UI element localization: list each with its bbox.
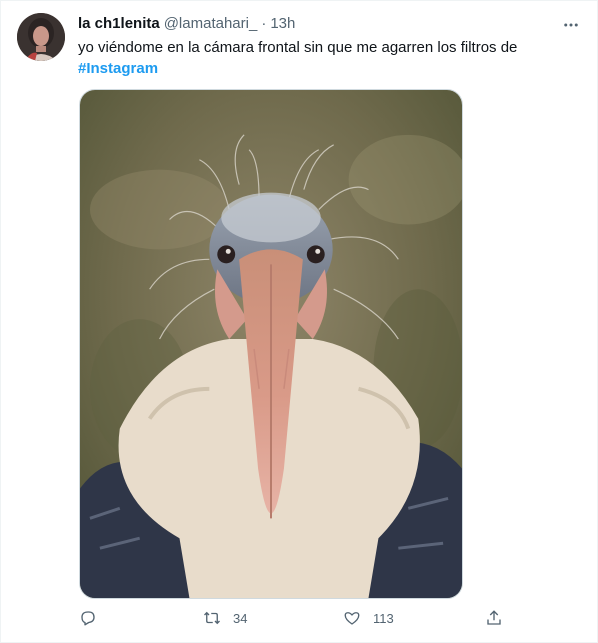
more-options-button[interactable] [559, 13, 583, 37]
tweet-card[interactable]: la ch1lenita @lamatahari_ · 13h yo viénd… [0, 0, 598, 643]
display-name[interactable]: la ch1lenita [78, 14, 160, 34]
heart-icon [344, 612, 360, 625]
reply-icon [81, 611, 95, 626]
separator-dot: · [261, 15, 267, 32]
share-button[interactable] [485, 609, 503, 627]
like-count: 113 [373, 610, 394, 626]
avatar-image [17, 13, 65, 61]
tweet-text: yo viéndome en la cámara frontal sin que… [78, 37, 578, 79]
user-handle[interactable]: @lamatahari_ [164, 14, 258, 34]
like-button[interactable]: 113 [343, 609, 394, 627]
tweet-body: yo viéndome en la cámara frontal sin que… [78, 39, 518, 56]
hashtag-link[interactable]: #Instagram [78, 58, 578, 79]
retweet-count: 34 [233, 610, 248, 626]
reply-button[interactable] [79, 609, 109, 627]
avatar[interactable] [17, 13, 65, 61]
marabou-stork-photo [80, 90, 462, 598]
retweet-button[interactable]: 34 [203, 609, 247, 627]
tweet-header: la ch1lenita @lamatahari_ · 13h [78, 14, 295, 34]
share-icon [487, 610, 501, 625]
more-horizontal-icon [564, 23, 578, 27]
tweet-actions-bar: 34 113 [79, 609, 503, 635]
retweet-icon [204, 611, 220, 625]
tweet-timestamp[interactable]: 13h [270, 14, 295, 34]
tweet-media-image[interactable] [79, 89, 463, 599]
